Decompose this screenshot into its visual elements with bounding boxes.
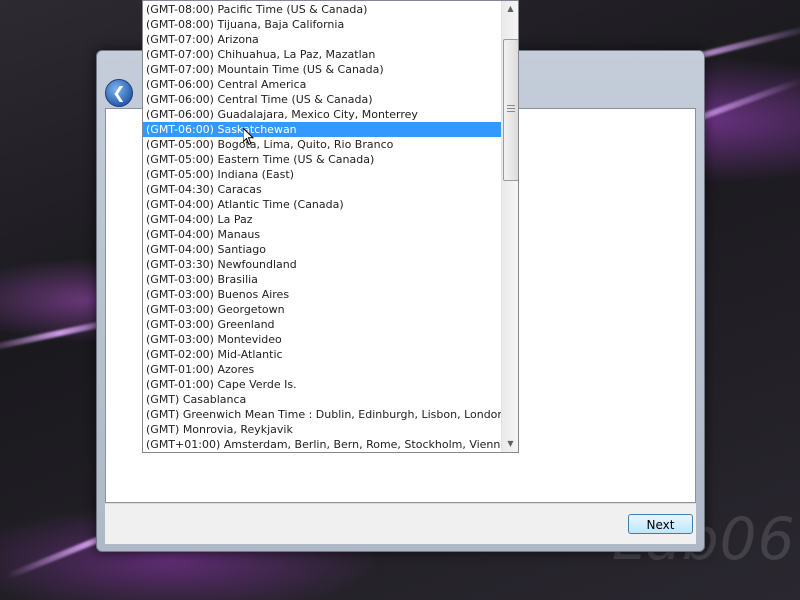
timezone-option[interactable]: (GMT) Greenwich Mean Time : Dublin, Edin… <box>143 407 501 422</box>
scrollbar-thumb[interactable] <box>503 39 518 181</box>
timezone-option[interactable]: (GMT-04:30) Caracas <box>143 182 501 197</box>
timezone-option[interactable]: (GMT-03:30) Newfoundland <box>143 257 501 272</box>
timezone-option[interactable]: (GMT-01:00) Cape Verde Is. <box>143 377 501 392</box>
timezone-option[interactable]: (GMT-05:00) Indiana (East) <box>143 167 501 182</box>
timezone-options: (GMT-08:00) Pacific Time (US & Canada) (G… <box>143 2 501 452</box>
timezone-option[interactable]: (GMT-03:00) Greenland <box>143 317 501 332</box>
timezone-option[interactable]: (GMT+01:00) Amsterdam, Berlin, Bern, Rom… <box>143 437 501 452</box>
timezone-option[interactable]: (GMT-06:00) Central America <box>143 77 501 92</box>
timezone-option[interactable]: (GMT-04:00) Santiago <box>143 242 501 257</box>
next-button[interactable]: Next <box>628 514 693 534</box>
back-arrow-icon: ❮ <box>112 83 126 102</box>
timezone-option[interactable]: (GMT-06:00) Central Time (US & Canada) <box>143 92 501 107</box>
timezone-option[interactable]: (GMT-05:00) Bogota, Lima, Quito, Rio Bra… <box>143 137 501 152</box>
scroll-up-arrow-icon[interactable]: ▲ <box>502 1 518 17</box>
timezone-option[interactable]: (GMT-06:00) Guadalajara, Mexico City, Mo… <box>143 107 501 122</box>
scrollbar-grip-icon <box>507 105 515 113</box>
timezone-option[interactable]: (GMT-03:00) Georgetown <box>143 302 501 317</box>
timezone-option[interactable]: (GMT-03:00) Brasilia <box>143 272 501 287</box>
list-scrollbar[interactable]: ▲ ▼ <box>501 1 518 452</box>
timezone-option[interactable]: (GMT-07:00) Mountain Time (US & Canada) <box>143 62 501 77</box>
wizard-footer: Next <box>105 503 696 544</box>
timezone-option[interactable]: (GMT-03:00) Montevideo <box>143 332 501 347</box>
timezone-option[interactable]: (GMT-07:00) Chihuahua, La Paz, Mazatlan <box>143 47 501 62</box>
timezone-option[interactable]: (GMT-07:00) Arizona <box>143 32 501 47</box>
mouse-pointer-icon <box>243 128 255 146</box>
timezone-dropdown-list[interactable]: (GMT-08:00) Pacific Time (US & Canada) (G… <box>142 0 519 453</box>
timezone-option[interactable]: (GMT-06:00) Saskatchewan <box>143 122 501 137</box>
back-button[interactable]: ❮ <box>105 79 133 107</box>
scroll-down-arrow-icon[interactable]: ▼ <box>502 436 518 452</box>
timezone-option[interactable]: (GMT-04:00) Atlantic Time (Canada) <box>143 197 501 212</box>
timezone-option[interactable]: (GMT-03:00) Buenos Aires <box>143 287 501 302</box>
timezone-option[interactable]: (GMT-08:00) Tijuana, Baja California <box>143 17 501 32</box>
timezone-option[interactable]: (GMT) Monrovia, Reykjavik <box>143 422 501 437</box>
timezone-option[interactable]: (GMT-08:00) Pacific Time (US & Canada) <box>143 2 501 17</box>
timezone-option[interactable]: (GMT-02:00) Mid-Atlantic <box>143 347 501 362</box>
timezone-option[interactable]: (GMT-05:00) Eastern Time (US & Canada) <box>143 152 501 167</box>
timezone-option[interactable]: (GMT-04:00) La Paz <box>143 212 501 227</box>
timezone-option[interactable]: (GMT-04:00) Manaus <box>143 227 501 242</box>
timezone-option[interactable]: (GMT-01:00) Azores <box>143 362 501 377</box>
timezone-option[interactable]: (GMT) Casablanca <box>143 392 501 407</box>
